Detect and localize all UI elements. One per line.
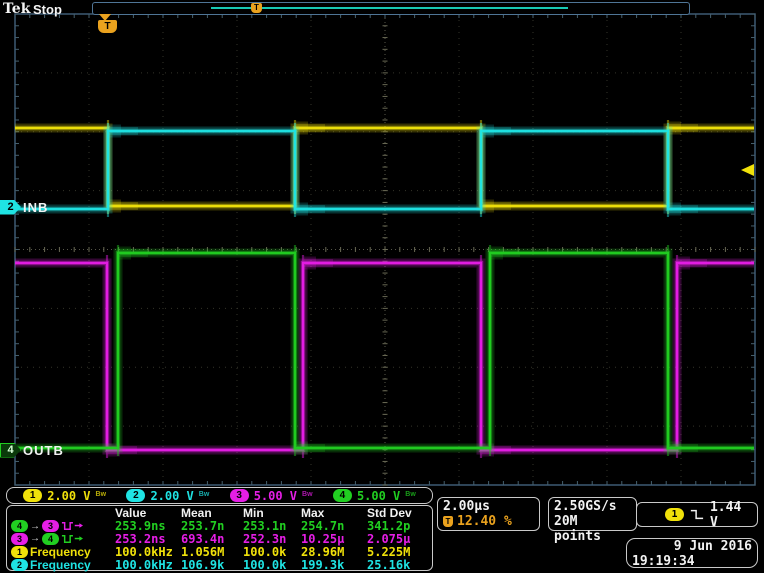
- acquisition-status: Stop: [33, 2, 62, 17]
- sample-rate: 2.50GS/s: [554, 499, 631, 514]
- meas-row1-label: 4 → 3: [11, 520, 115, 532]
- meas-type-label: Frequency: [30, 558, 91, 572]
- channel3-badge: 3: [42, 520, 59, 532]
- channel3-scale: 5.00 V: [254, 489, 297, 503]
- channel4-readout[interactable]: 4 5.00 V Bw: [333, 489, 416, 503]
- channel2-readout[interactable]: 2 2.00 V Bw: [126, 489, 209, 503]
- oscilloscope-screen: Tek Stop T T 2 INB 4 OUTB 1 2.00 V Bw 2 …: [0, 0, 764, 573]
- channel1-bandwidth-icon: Bw: [96, 491, 107, 498]
- trigger-source-badge: 1: [665, 508, 684, 521]
- record-view-bar[interactable]: T: [92, 2, 690, 15]
- meas-cell: 106.9k: [181, 558, 243, 572]
- timebase-readout[interactable]: 2.00µs T 12.40 %: [437, 497, 540, 531]
- channel3-bandwidth-icon: Bw: [302, 491, 313, 498]
- arrow-icon: →: [30, 533, 40, 544]
- meas-row4-label: 2 Frequency: [11, 558, 115, 572]
- meas-row2-label: 3 → 4: [11, 533, 115, 545]
- trigger-t-icon: T: [443, 516, 453, 527]
- falling-edge-icon: [690, 508, 704, 521]
- channel4-badge: 4: [333, 489, 352, 502]
- trigger-readout[interactable]: 1 1.44 V: [636, 502, 758, 527]
- channel2-badge: 2: [126, 489, 145, 502]
- horizontal-position: 12.40 %: [457, 514, 512, 529]
- channel3-badge: 3: [11, 533, 28, 545]
- record-waveform-line: [211, 7, 568, 9]
- meas-cell: 25.16k: [367, 558, 433, 572]
- time-label: 19:19:34: [632, 554, 752, 569]
- channel4-badge: 4: [11, 520, 28, 532]
- arrow-icon: →: [30, 521, 40, 532]
- record-trigger-icon: T: [251, 3, 262, 13]
- channel2-scale: 2.00 V: [150, 489, 193, 503]
- record-length: 20M points: [554, 514, 631, 544]
- channel2-label: INB: [23, 200, 48, 215]
- meas-cell: 199.3k: [301, 558, 367, 572]
- delay-edge-icon: [61, 520, 83, 532]
- meas-cell: 100.0kHz: [115, 558, 181, 572]
- channel3-badge: 3: [230, 489, 249, 502]
- channel3-readout[interactable]: 3 5.00 V Bw: [230, 489, 313, 503]
- acquisition-readout[interactable]: 2.50GS/s 20M points: [548, 497, 637, 531]
- channel4-marker-icon: 4: [0, 443, 21, 458]
- trigger-level: 1.44 V: [710, 500, 751, 530]
- measurement-panel[interactable]: Value Mean Min Max Std Dev 4 → 3 253.9ns…: [6, 505, 433, 571]
- timebase-scale: 2.00µs: [443, 499, 534, 514]
- trigger-t-icon: T: [98, 20, 117, 33]
- channel2-badge: 2: [11, 559, 28, 571]
- channel4-label: OUTB: [23, 443, 64, 458]
- channel1-scale: 2.00 V: [47, 489, 90, 503]
- channel4-scale: 5.00 V: [357, 489, 400, 503]
- channel4-bandwidth-icon: Bw: [405, 491, 416, 498]
- delay-edge-icon: [61, 533, 83, 545]
- date-label: 9 Jun 2016: [632, 539, 752, 554]
- channel4-position-marker[interactable]: 4 OUTB: [0, 442, 64, 458]
- channel2-bandwidth-icon: Bw: [199, 491, 210, 498]
- channel4-badge: 4: [42, 533, 59, 545]
- trigger-level-arrow-icon[interactable]: [741, 164, 754, 176]
- channel-readout-bar: 1 2.00 V Bw 2 2.00 V Bw 3 5.00 V Bw 4 5.…: [6, 487, 433, 504]
- channel1-badge: 1: [11, 546, 28, 558]
- channel2-marker-icon: 2: [0, 200, 21, 215]
- meas-cell: 100.0k: [243, 558, 301, 572]
- tek-logo: Tek: [3, 1, 30, 17]
- datetime-readout: 9 Jun 2016 19:19:34: [626, 538, 758, 568]
- channel1-badge: 1: [23, 489, 42, 502]
- trigger-position-marker[interactable]: T: [98, 14, 112, 36]
- channel1-readout[interactable]: 1 2.00 V Bw: [23, 489, 106, 503]
- channel2-position-marker[interactable]: 2 INB: [0, 199, 48, 215]
